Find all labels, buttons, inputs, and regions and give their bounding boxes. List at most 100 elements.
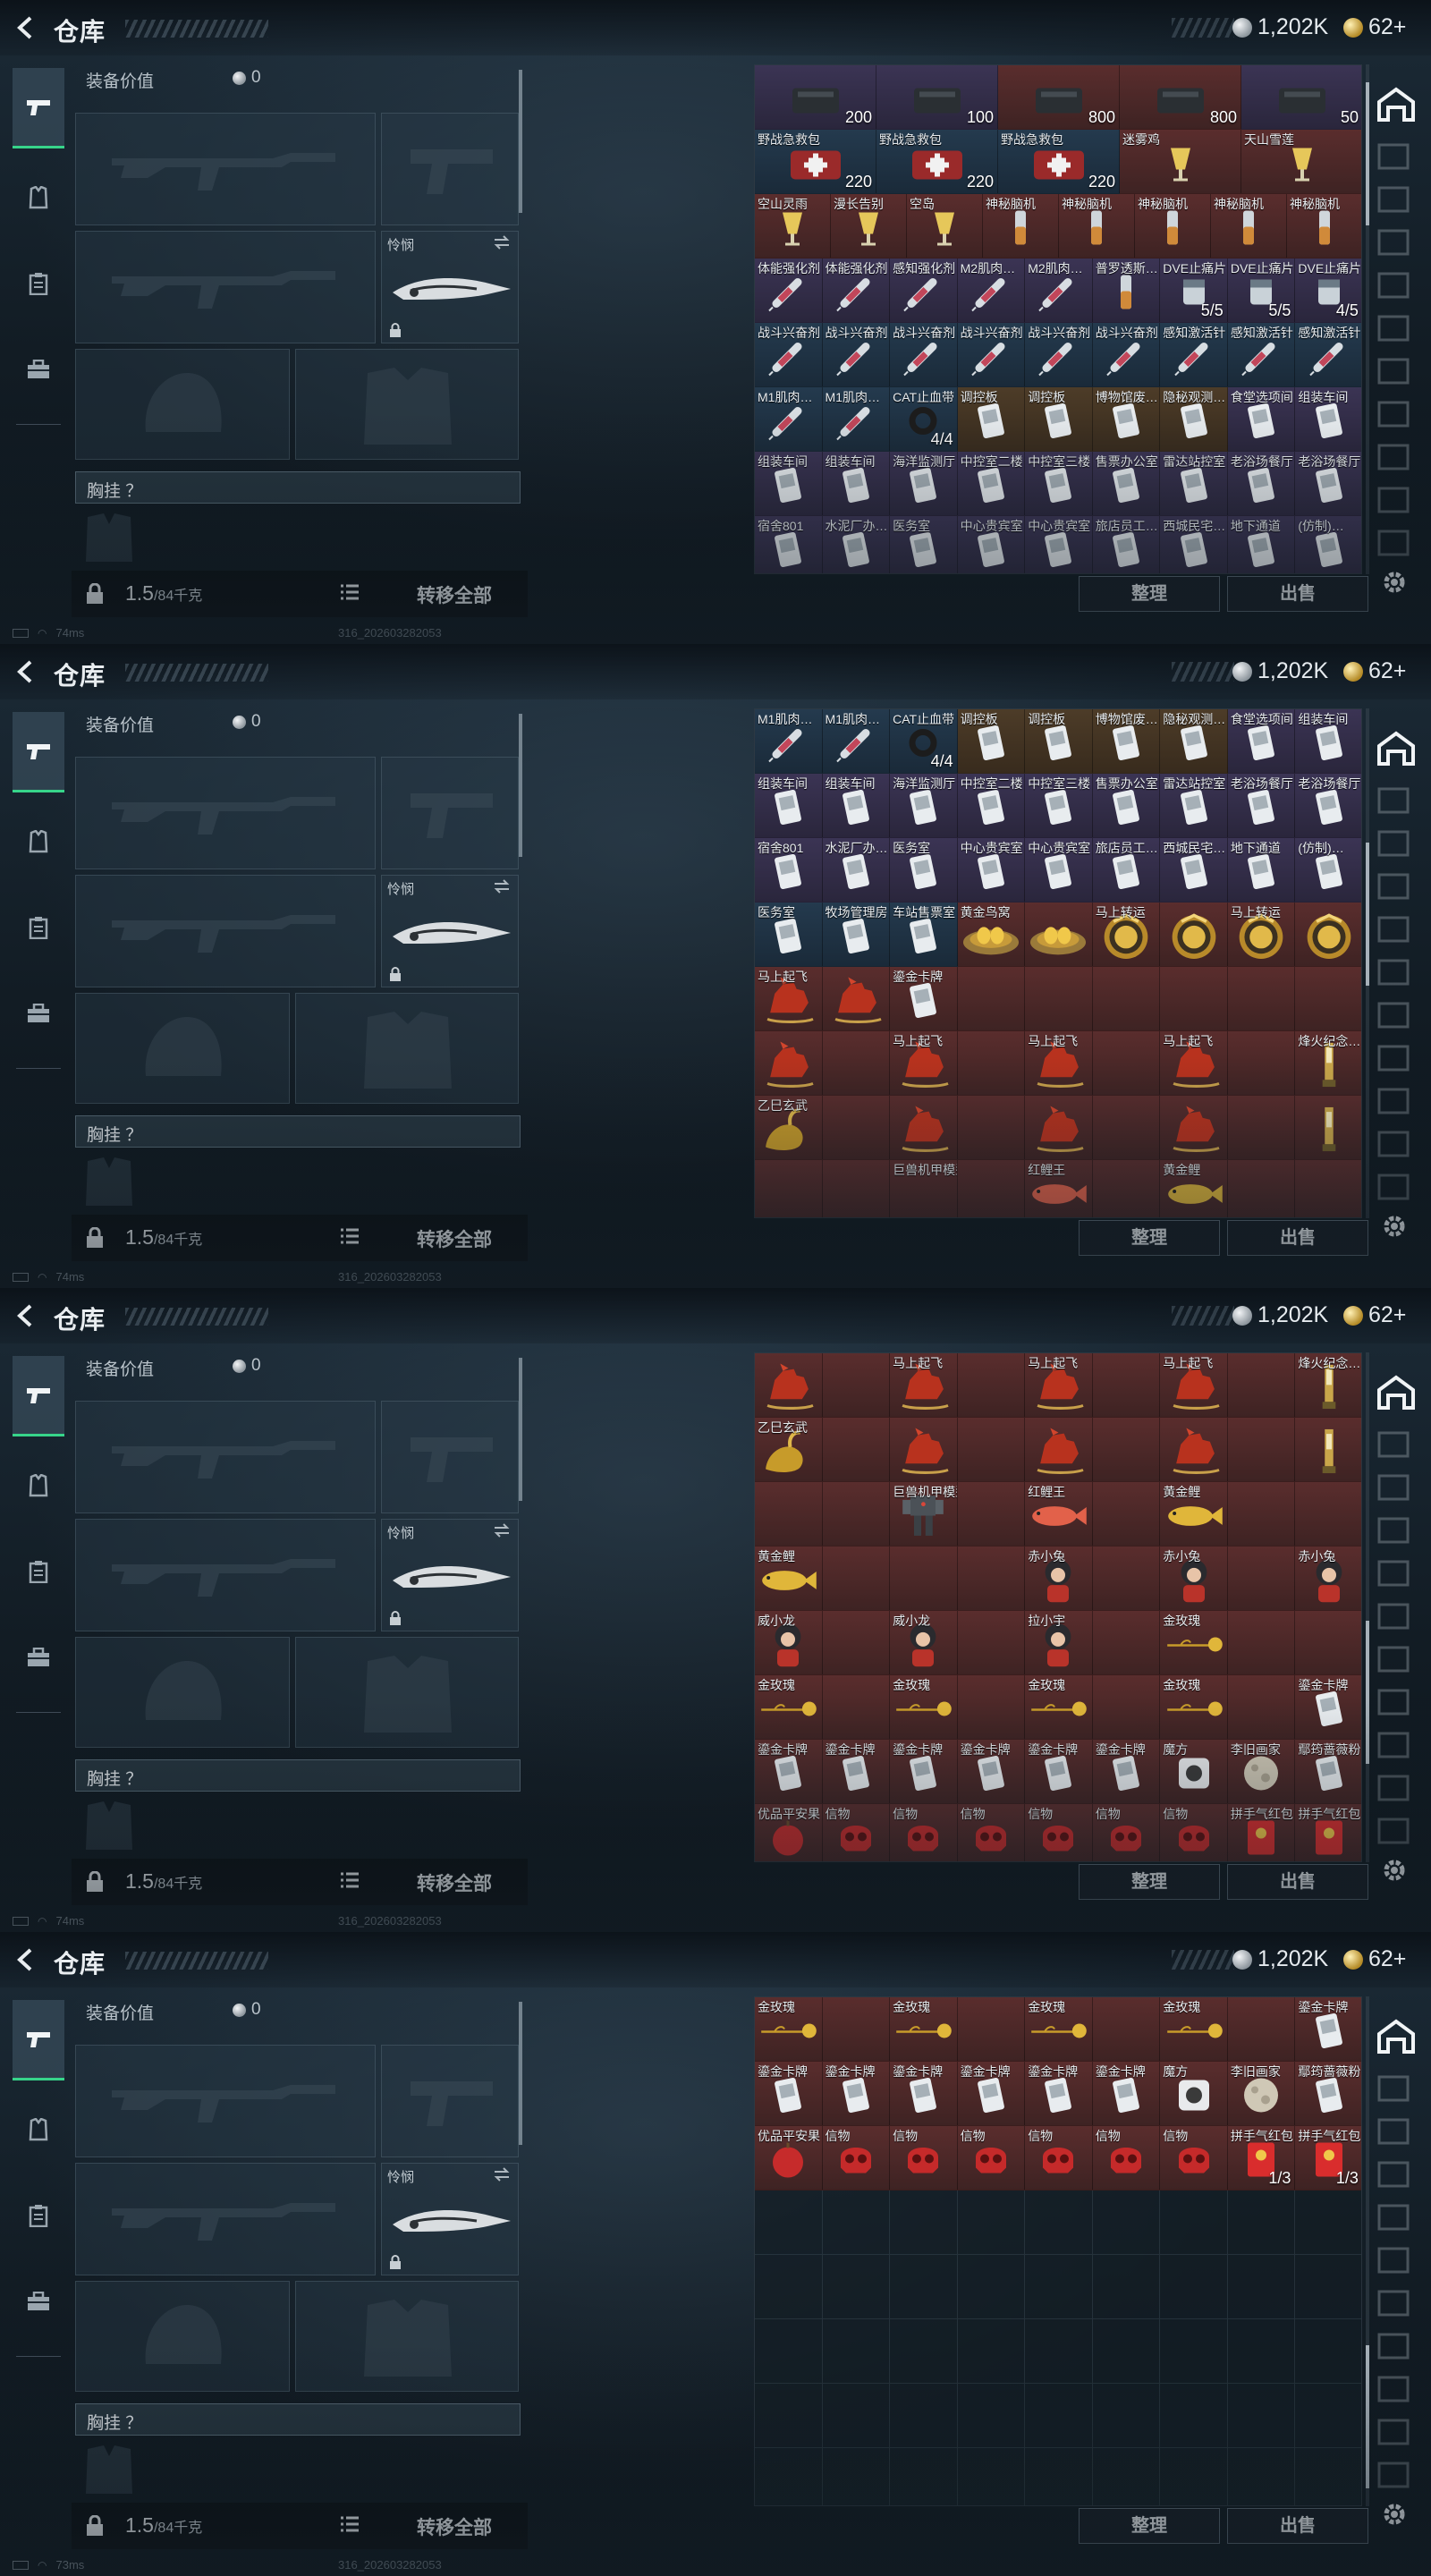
empty-slot[interactable]	[1160, 2384, 1228, 2448]
stash-item[interactable]	[957, 1160, 1026, 1217]
stash-item[interactable]: 组装车间	[1295, 387, 1361, 452]
stash-item[interactable]	[1295, 1160, 1361, 1217]
storage-tab[interactable]	[1376, 1172, 1418, 1208]
empty-slot[interactable]	[957, 2190, 1026, 2255]
stash-item[interactable]	[822, 1611, 891, 1675]
stash-item[interactable]: 乙巳玄武	[755, 1418, 823, 1482]
stash-item[interactable]: 信物	[957, 1804, 1026, 1861]
stash-item[interactable]	[1227, 1675, 1296, 1740]
stash-item[interactable]: 马上起飞	[890, 1353, 958, 1418]
empty-slot[interactable]	[822, 2190, 891, 2255]
sort-button[interactable]: 整理	[1079, 1220, 1220, 1256]
stash-item[interactable]: 组装车间	[822, 774, 891, 838]
storage-tab[interactable]	[1376, 1515, 1418, 1551]
stash-item[interactable]: 医务室	[755, 902, 823, 967]
empty-slot[interactable]	[1025, 2319, 1093, 2384]
stash-item[interactable]: 马上转运	[1227, 902, 1296, 967]
slot-helmet[interactable]	[75, 2281, 290, 2392]
stash-item[interactable]: 信物	[890, 1804, 958, 1861]
stash-item[interactable]: 金玫瑰	[890, 1997, 958, 2062]
storage-tab[interactable]	[1376, 313, 1418, 349]
rail-armor[interactable]	[13, 801, 64, 882]
stash-item[interactable]: 水泥厂办…	[822, 516, 891, 573]
gear-icon[interactable]	[1379, 1211, 1410, 1241]
storage-tab[interactable]	[1376, 957, 1418, 993]
empty-slot[interactable]	[822, 2255, 891, 2319]
sell-button[interactable]: 出售	[1227, 1220, 1368, 1256]
stash-item[interactable]	[1092, 1418, 1161, 1482]
stash-item[interactable]: 野战急救包 220	[755, 130, 876, 194]
stash-item[interactable]	[822, 1353, 891, 1418]
storage-tab[interactable]	[1376, 485, 1418, 521]
stash-item[interactable]	[822, 1675, 891, 1740]
stash-item[interactable]	[1025, 1418, 1093, 1482]
stash-item[interactable]	[957, 1675, 1026, 1740]
empty-slot[interactable]	[890, 2319, 958, 2384]
empty-slot[interactable]	[755, 2448, 823, 2505]
stash-item[interactable]	[957, 967, 1026, 1031]
stash-item[interactable]	[957, 1418, 1026, 1482]
stash-item[interactable]	[822, 1096, 891, 1160]
storage-tab[interactable]	[1376, 1000, 1418, 1036]
storage-tab[interactable]	[1376, 399, 1418, 435]
equipment-scrollbar[interactable]	[519, 70, 522, 213]
slot-pistol[interactable]	[381, 1401, 519, 1513]
empty-slot[interactable]	[822, 2319, 891, 2384]
stash-scroll-thumb[interactable]	[1366, 82, 1369, 225]
stash-item[interactable]: 金玫瑰	[1160, 1675, 1228, 1740]
stash-item[interactable]: 马上起飞	[1025, 1031, 1093, 1096]
stash-item[interactable]: 医务室	[890, 516, 958, 573]
storage-tab[interactable]	[1376, 184, 1418, 220]
slot-melee[interactable]: 怜悯	[381, 2163, 519, 2275]
stash-item[interactable]: 雷达站控室	[1160, 774, 1228, 838]
stash-item[interactable]: 体能强化剂	[755, 258, 823, 323]
stash-item[interactable]: 老浴场餐厅	[1295, 452, 1361, 516]
stash-item[interactable]	[957, 1096, 1026, 1160]
stash-item[interactable]	[1295, 902, 1361, 967]
stash-item[interactable]: M1肌肉…	[755, 709, 823, 774]
sort-button[interactable]: 整理	[1079, 576, 1220, 612]
stash-item[interactable]	[1227, 1031, 1296, 1096]
stash-item[interactable]: 战斗兴奋剂	[822, 323, 891, 387]
stash-item[interactable]	[1295, 967, 1361, 1031]
stash-item[interactable]	[1227, 1160, 1296, 1217]
stash-item[interactable]: 旅店员工…	[1092, 516, 1161, 573]
sell-button[interactable]: 出售	[1227, 1864, 1368, 1900]
stash-item[interactable]: 烽火纪念…	[1295, 1353, 1361, 1418]
stash-item[interactable]	[890, 1546, 958, 1611]
stash-item[interactable]: 魔方	[1160, 2062, 1228, 2126]
empty-slot[interactable]	[1227, 2190, 1296, 2255]
swap-icon[interactable]	[493, 1523, 511, 1538]
stash-item[interactable]: 西城民宅…	[1160, 838, 1228, 902]
equipment-scrollbar[interactable]	[519, 2002, 522, 2145]
swap-icon[interactable]	[493, 235, 511, 250]
stash-item[interactable]: 拼手气红包	[1295, 1804, 1361, 1861]
stash-item[interactable]	[1025, 967, 1093, 1031]
rail-chest-rig[interactable]	[13, 1531, 64, 1612]
empty-slot[interactable]	[1295, 2190, 1361, 2255]
storage-tab[interactable]	[1376, 914, 1418, 950]
stash-item[interactable]: 宿舍801	[755, 516, 823, 573]
rail-backpack[interactable]	[13, 329, 64, 410]
stash-item[interactable]	[822, 967, 891, 1031]
stash-item[interactable]	[1227, 1482, 1296, 1546]
slot-pistol[interactable]	[381, 113, 519, 225]
sell-button[interactable]: 出售	[1227, 2508, 1368, 2544]
stash-item[interactable]: 鄢筠蔷薇粉	[1295, 1740, 1361, 1804]
warehouse-home-icon[interactable]	[1376, 1372, 1417, 1413]
stash-item[interactable]: 信物	[957, 2126, 1026, 2190]
stash-item[interactable]: 红鲤王	[1025, 1482, 1093, 1546]
stash-item[interactable]: 黄金鲤	[1160, 1160, 1228, 1217]
rail-weapons[interactable]	[13, 712, 64, 792]
stash-item[interactable]: 中心贵宾室	[1025, 838, 1093, 902]
stash-item[interactable]: 体能强化剂	[822, 258, 891, 323]
sell-button[interactable]: 出售	[1227, 576, 1368, 612]
stash-item[interactable]: 宿舍801	[755, 838, 823, 902]
equipment-scrollbar[interactable]	[519, 1358, 522, 1501]
storage-tab[interactable]	[1376, 1129, 1418, 1165]
rail-weapons[interactable]	[13, 2000, 64, 2080]
back-arrow-icon[interactable]	[13, 1302, 39, 1329]
slot-secondary-weapon[interactable]	[75, 2163, 376, 2275]
empty-slot[interactable]	[890, 2255, 958, 2319]
stash-item[interactable]	[1227, 1997, 1296, 2062]
